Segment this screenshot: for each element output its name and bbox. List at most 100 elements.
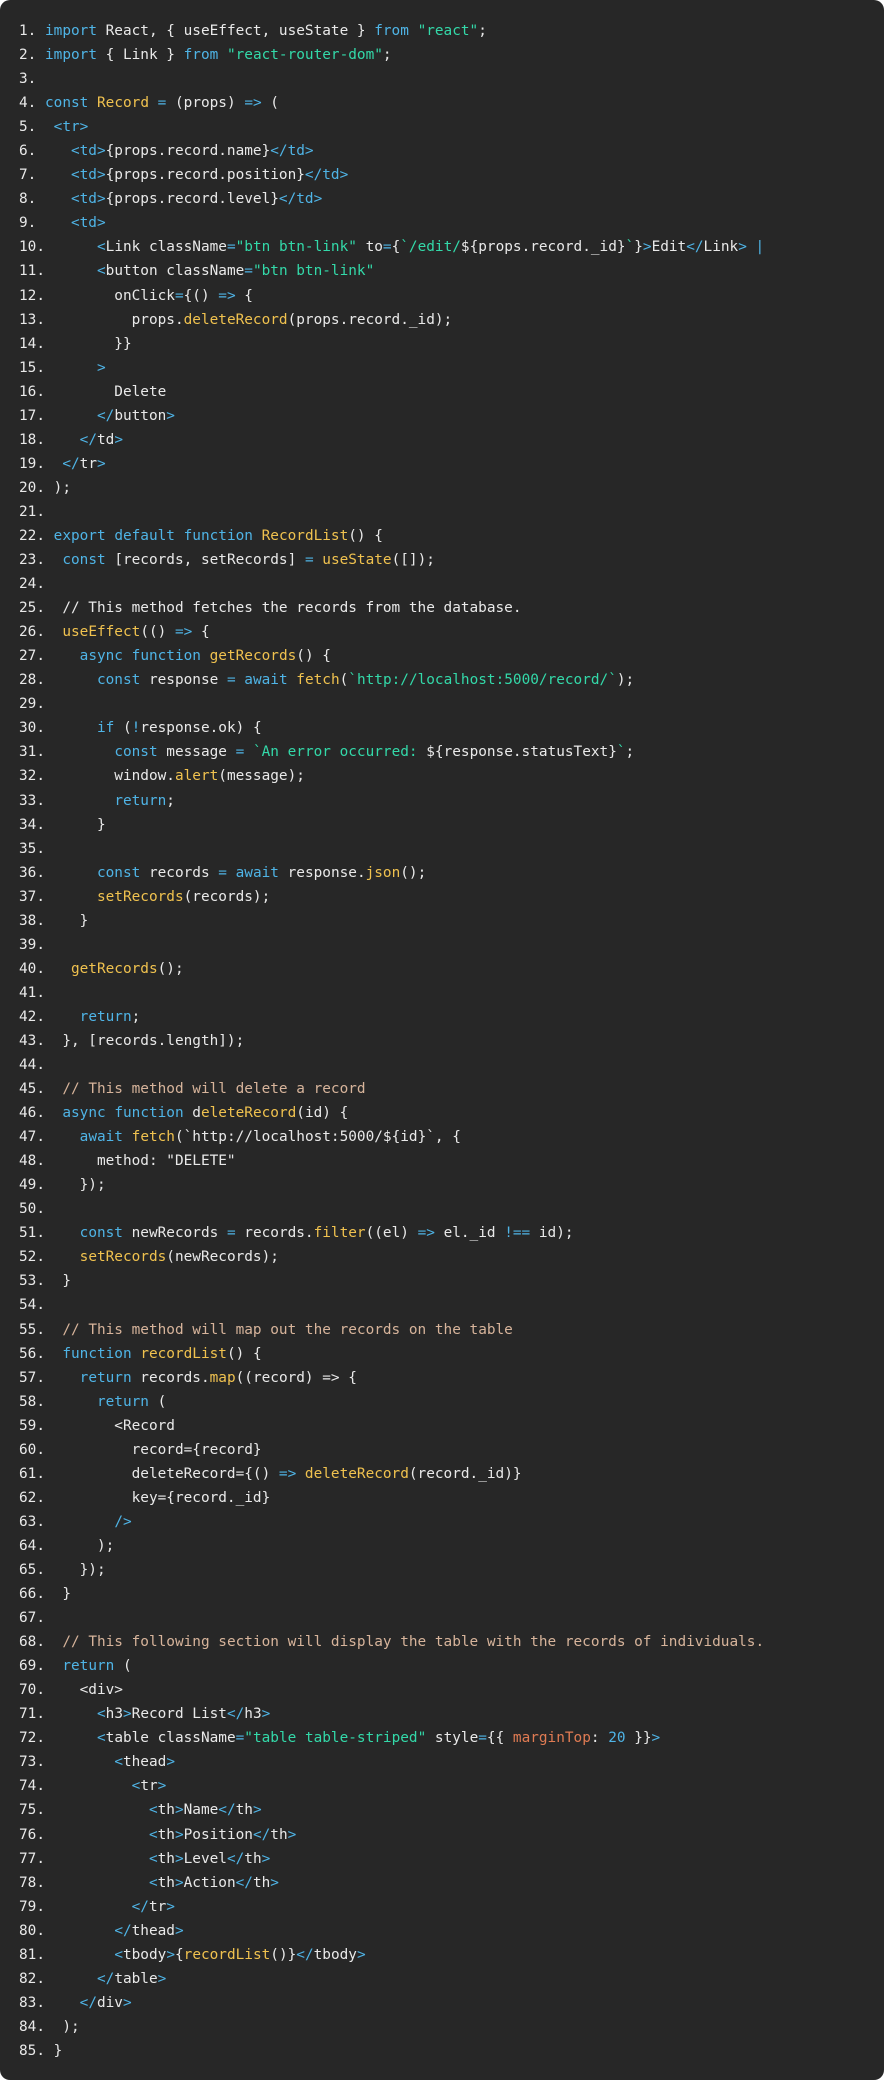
- code-token-plain: }: [634, 239, 643, 256]
- code-line: 42. return;: [19, 1005, 884, 1029]
- code-token-punct: <: [96, 263, 106, 280]
- code-token-punct: </td>: [278, 191, 323, 208]
- code-token-plain: 28.: [19, 672, 97, 689]
- code-token-plain: 36.: [19, 864, 97, 881]
- code-token-plain: 39.: [19, 936, 45, 953]
- code-token-plain: 70. <div>: [19, 1682, 123, 1699]
- code-token-plain: React, { useEffect, useState }: [96, 23, 375, 39]
- code-line: 69. return (: [19, 1654, 884, 1678]
- code-token-plain: 10.: [19, 239, 97, 256]
- code-token-plain: 34. }: [19, 816, 106, 833]
- code-token-func: fetch: [131, 1129, 175, 1146]
- code-block: 1. import React, { useEffect, useState }…: [19, 19, 884, 2063]
- code-line: 54.: [19, 1293, 884, 1317]
- code-token-plain: id);: [530, 1225, 574, 1242]
- code-token-plain: 22.: [19, 527, 54, 544]
- code-token-plain: () {: [226, 1345, 262, 1362]
- code-token-plain: 47.: [19, 1129, 80, 1146]
- code-token-operator: =: [235, 744, 245, 761]
- code-token-plain: table: [114, 1970, 158, 1987]
- code-token-plain: {: [174, 1946, 184, 1963]
- code-token-plain: Link className: [105, 239, 227, 256]
- code-line: 25. // This method fetches the records f…: [19, 596, 884, 620]
- code-token-string: `An error occurred:: [252, 744, 427, 761]
- code-token-punct: >: [174, 1826, 184, 1843]
- code-line: 67.: [19, 1606, 884, 1630]
- code-token-func: map: [209, 1369, 236, 1386]
- code-token-func: eleteRecord: [200, 1105, 297, 1122]
- code-token-plain: ;: [478, 23, 487, 39]
- code-token-plain: 33.: [19, 792, 115, 809]
- code-token-plain: ();: [157, 960, 184, 977]
- code-token-func: alert: [174, 768, 219, 785]
- code-token-plain: 35.: [19, 840, 45, 857]
- code-token-plain: ();: [400, 864, 427, 881]
- code-token-plain: {props.record.level}: [105, 191, 279, 208]
- code-token-keyword: const: [45, 95, 89, 112]
- code-token-operator: =: [244, 263, 253, 280]
- code-token-plain: (props.record._id);: [287, 311, 453, 328]
- code-token-plain: 71.: [19, 1706, 97, 1723]
- code-token-plain: 11.: [19, 263, 97, 280]
- code-token-plain: (: [148, 1393, 167, 1410]
- code-token-keyword: await: [244, 672, 288, 689]
- code-token-plain: 60. record={record}: [19, 1441, 262, 1458]
- code-token-plain: 52.: [19, 1249, 80, 1266]
- code-token-plain: 73.: [19, 1754, 115, 1771]
- code-line: 33. return;: [19, 789, 884, 813]
- code-token-func: RecordList: [261, 527, 349, 544]
- code-token-operator: =: [226, 1225, 236, 1242]
- code-line: 48. method: "DELETE": [19, 1149, 884, 1173]
- code-line: 27. async function getRecords() {: [19, 644, 884, 668]
- code-token-plain: );: [616, 672, 635, 689]
- code-line: 8. <td>{props.record.level}</td>: [19, 187, 884, 211]
- code-line: 52. setRecords(newRecords);: [19, 1245, 884, 1269]
- code-token-plain: 78.: [19, 1874, 149, 1891]
- code-token-plain: records: [140, 864, 219, 881]
- code-token-func: getRecords: [209, 648, 297, 665]
- code-token-comment: // This method will delete a record: [62, 1081, 366, 1098]
- code-token-plain: th: [252, 1874, 271, 1891]
- code-line: 60. record={record}: [19, 1438, 884, 1462]
- code-token-keyword: function: [62, 1345, 132, 1362]
- code-token-plain: 76.: [19, 1826, 149, 1843]
- code-token-plain: tbody: [122, 1946, 167, 1963]
- code-token-func: setRecords: [79, 1249, 167, 1266]
- code-line: 61. deleteRecord={() => deleteRecord(rec…: [19, 1462, 884, 1486]
- code-token-plain: {props.record.name}: [105, 143, 271, 160]
- code-token-plain: Position: [183, 1826, 253, 1843]
- code-token-plain: 84. );: [19, 2018, 80, 2035]
- code-token-plain: thead: [131, 1922, 175, 1939]
- code-token-plain: tbody: [313, 1946, 357, 1963]
- code-token-punct: </: [296, 1946, 314, 1963]
- code-token-punct: <: [148, 1826, 158, 1843]
- code-token-plain: th: [270, 1826, 288, 1843]
- code-token-punct: >: [287, 1826, 297, 1843]
- code-line: 11. <button className="btn btn-link": [19, 259, 884, 283]
- code-token-operator: =>: [218, 287, 236, 304]
- code-token-plain: th: [235, 1802, 253, 1819]
- code-token-keyword: export: [53, 527, 106, 544]
- code-token-func: filter: [313, 1225, 366, 1242]
- code-token-punct: <td>: [70, 167, 106, 184]
- code-token-string: "btn btn-link": [252, 263, 375, 280]
- code-line: 45. // This method will delete a record: [19, 1077, 884, 1101]
- code-token-plain: (newRecords);: [166, 1249, 279, 1266]
- code-token-plain: 18.: [19, 431, 80, 448]
- code-token-plain: tr: [140, 1778, 158, 1795]
- code-token-keyword: return: [79, 1008, 132, 1025]
- code-line: 50.: [19, 1197, 884, 1221]
- code-token-keyword: const: [96, 672, 141, 689]
- code-token-plain: 69.: [19, 1658, 63, 1675]
- code-token-plain: th: [244, 1850, 262, 1867]
- code-token-plain: (: [114, 720, 132, 737]
- code-token-plain: 43. }, [records.length]);: [19, 1032, 245, 1049]
- code-line: 63. />: [19, 1510, 884, 1534]
- code-token-string: "btn btn-link": [235, 239, 357, 256]
- code-line: 55. // This method will map out the reco…: [19, 1318, 884, 1342]
- code-token-punct: >: [166, 1946, 175, 1963]
- code-line: 72. <table className="table table-stripe…: [19, 1726, 884, 1750]
